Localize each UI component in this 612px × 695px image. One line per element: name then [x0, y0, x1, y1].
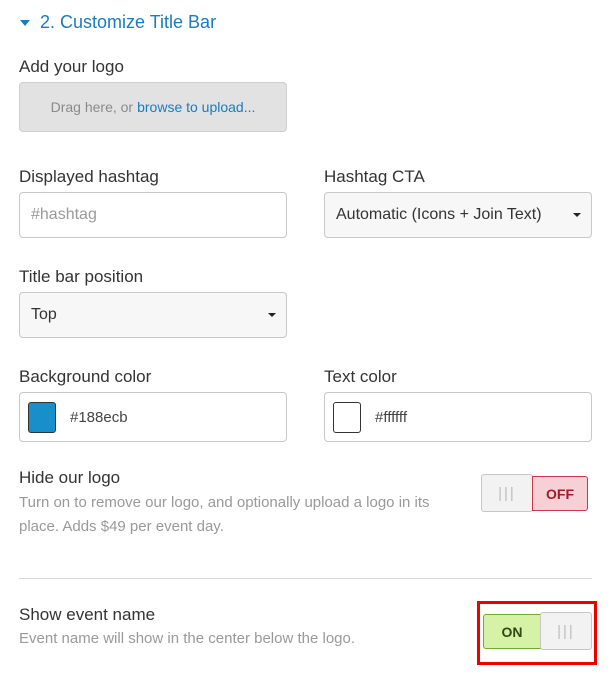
hashtag-cta-label: Hashtag CTA: [324, 167, 425, 186]
dropdown-arrow-icon: [573, 213, 581, 217]
text-color-input[interactable]: #ffffff: [324, 392, 592, 442]
add-logo-label: Add your logo: [19, 57, 124, 76]
dropdown-arrow-icon: [268, 313, 276, 317]
hide-logo-toggle[interactable]: ||| OFF: [481, 474, 588, 512]
hide-logo-description: Turn on to remove our logo, and optional…: [19, 494, 430, 535]
hashtag-cta-select[interactable]: Automatic (Icons + Join Text): [324, 192, 592, 238]
logo-upload-dropzone[interactable]: Drag here, or browse to upload...: [19, 82, 287, 132]
hashtag-placeholder: #hashtag: [31, 206, 97, 223]
title-bar-position-value: Top: [31, 306, 57, 323]
show-event-name-title: Show event name: [19, 605, 156, 624]
show-event-name-description: Event name will show in the center below…: [19, 630, 356, 647]
caret-down-icon: [20, 20, 30, 26]
title-bar-position-select[interactable]: Top: [19, 292, 287, 338]
toggle-handle[interactable]: |||: [481, 474, 533, 512]
toggle-off-state[interactable]: OFF: [532, 476, 588, 511]
upload-drag-text: Drag here, or: [50, 99, 134, 115]
section-divider: [19, 578, 592, 579]
text-color-label: Text color: [324, 367, 397, 386]
background-color-swatch[interactable]: [28, 401, 56, 433]
title-bar-position-label: Title bar position: [19, 267, 144, 286]
hashtag-input[interactable]: #hashtag: [19, 192, 287, 238]
section-header-customize-title-bar[interactable]: 2. Customize Title Bar: [20, 8, 216, 36]
displayed-hashtag-label: Displayed hashtag: [19, 167, 159, 186]
browse-upload-link[interactable]: browse to upload...: [137, 99, 255, 115]
section-title: 2. Customize Title Bar: [40, 11, 217, 32]
text-color-value: #ffffff: [375, 408, 407, 426]
hashtag-cta-value: Automatic (Icons + Join Text): [336, 206, 542, 223]
highlight-box: [477, 601, 597, 665]
background-color-label: Background color: [19, 367, 152, 386]
background-color-value: #188ecb: [70, 408, 128, 426]
hide-logo-title: Hide our logo: [19, 468, 121, 487]
background-color-input[interactable]: #188ecb: [19, 392, 287, 442]
text-color-swatch[interactable]: [333, 401, 361, 433]
